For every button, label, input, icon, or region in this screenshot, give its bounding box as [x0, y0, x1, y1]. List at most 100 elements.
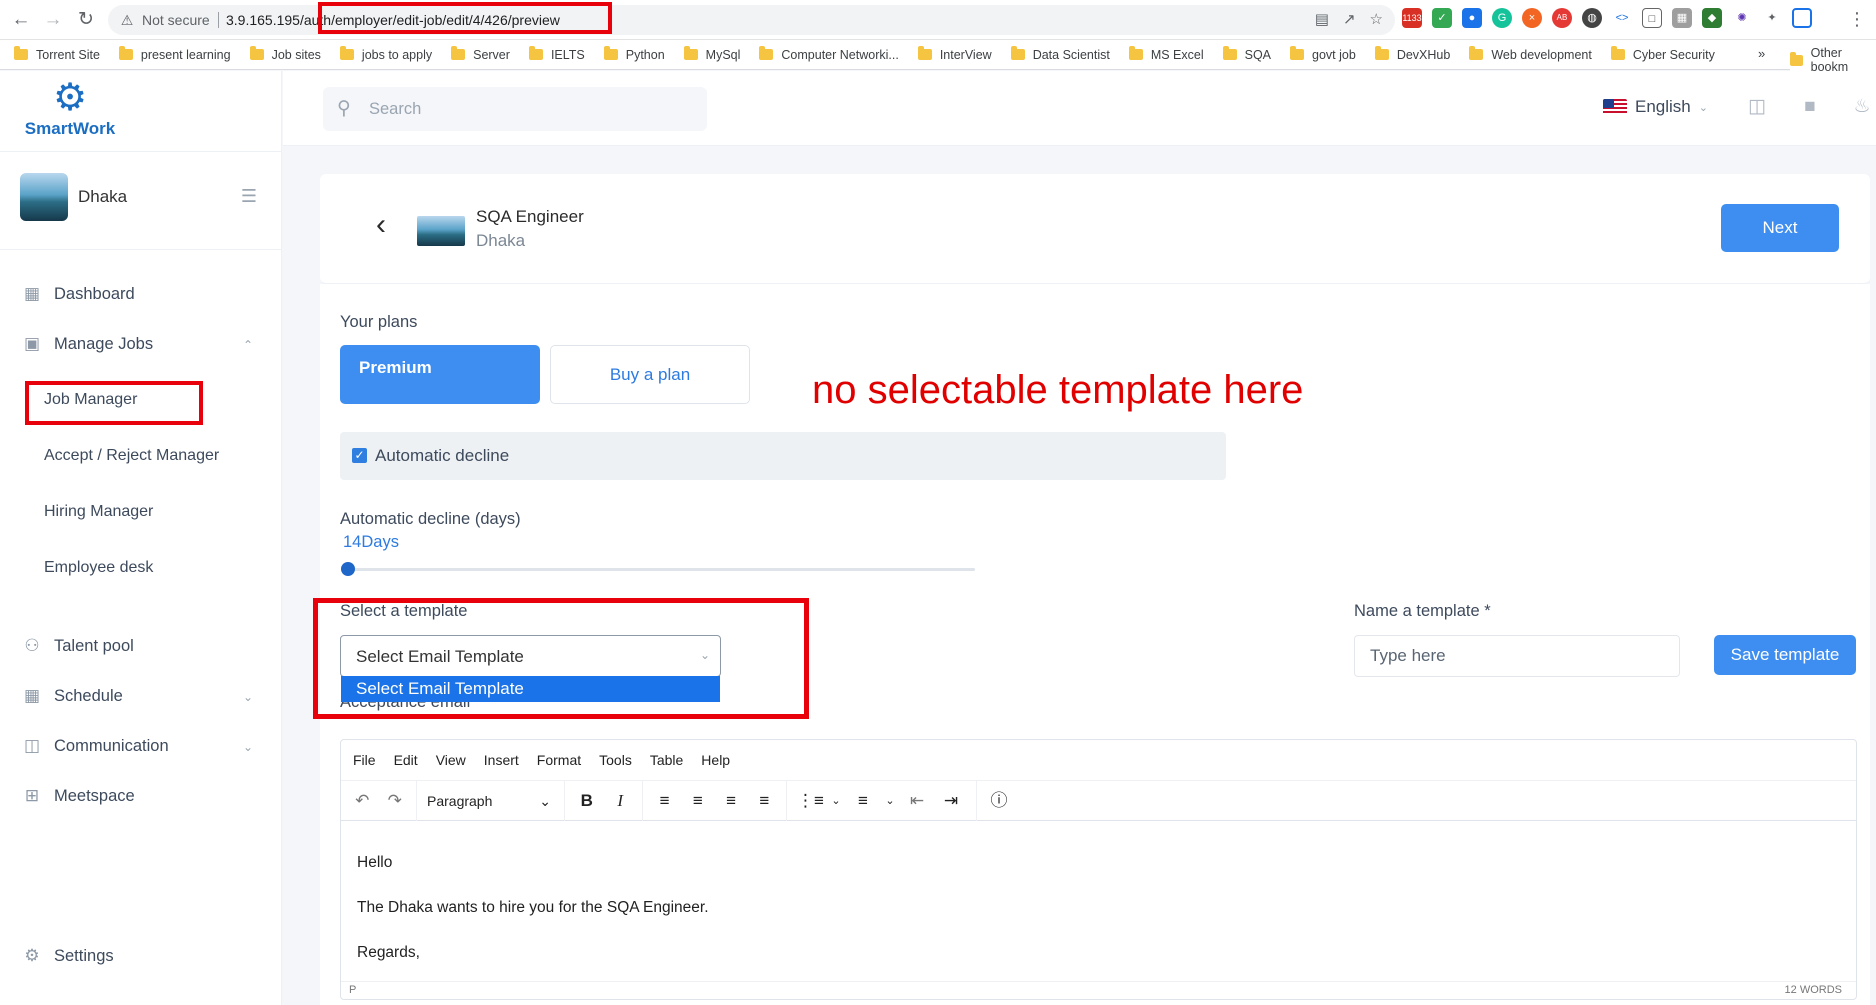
smartwork-logo[interactable]: ⚙ SmartWork	[18, 77, 122, 143]
chevron-down-icon[interactable]: ⌄	[240, 739, 256, 755]
hamburger-menu-icon[interactable]: ☰	[238, 187, 260, 205]
outdent-icon[interactable]: ⇤	[905, 789, 929, 813]
bookmark-folder[interactable]: IELTS	[528, 46, 585, 62]
share-icon[interactable]: ↗	[1343, 10, 1356, 28]
chevron-down-icon[interactable]: ⌄	[885, 789, 895, 813]
reload-icon[interactable]: ↻	[75, 9, 97, 31]
cube-extension-icon[interactable]: ◆	[1702, 8, 1722, 28]
sidebar-subitem-hiring-manager[interactable]: Hiring Manager	[44, 503, 153, 521]
gear-extension-icon[interactable]: ✺	[1732, 8, 1752, 28]
sidebar-item-manage-jobs[interactable]: ▣ Manage Jobs	[22, 329, 153, 359]
editor-content[interactable]: Hello The Dhaka wants to hire you for th…	[357, 840, 709, 975]
sidebar-item-meetspace[interactable]: ⊞ Meetspace	[22, 781, 135, 811]
bookmark-folder[interactable]: Cyber Security	[1610, 46, 1715, 62]
tab-search-icon[interactable]: ▤	[1315, 10, 1329, 28]
bookmark-folder[interactable]: present learning	[118, 46, 231, 62]
image-extension-icon[interactable]: ▦	[1672, 8, 1692, 28]
bookmark-folder[interactable]: Job sites	[249, 46, 321, 62]
block-format-select[interactable]: Paragraph ⌄	[427, 793, 551, 810]
element-path[interactable]: P	[349, 984, 356, 996]
bookmark-folder[interactable]: DevXHub	[1374, 46, 1450, 62]
bookmark-folder[interactable]: Python	[603, 46, 665, 62]
bell-icon[interactable]: ♨	[1850, 95, 1874, 119]
align-right-icon[interactable]: ≡	[720, 789, 743, 813]
bookmark-folder[interactable]: MySql	[683, 46, 740, 62]
bullet-list-icon[interactable]: ⋮≡	[797, 789, 824, 813]
sidebar-item-schedule[interactable]: ▦ Schedule	[22, 681, 123, 711]
bookmark-folder[interactable]: govt job	[1290, 46, 1356, 62]
search-input[interactable]	[369, 98, 689, 120]
shield-extension-icon[interactable]: ✓	[1432, 8, 1452, 28]
other-bookmarks-folder[interactable]: Other bookm	[1790, 46, 1876, 74]
sidebar-subitem-employee-desk[interactable]: Employee desk	[44, 559, 153, 577]
bookmark-folder[interactable]: SQA	[1222, 46, 1271, 62]
editor-menu-file[interactable]: File	[353, 752, 376, 780]
search-box[interactable]: ⚲	[323, 87, 707, 131]
bookmark-folder[interactable]: Torrent Site	[14, 46, 100, 62]
align-left-icon[interactable]: ≡	[653, 789, 676, 813]
editor-menu-help[interactable]: Help	[701, 752, 730, 780]
sidebar-item-settings[interactable]: ⚙ Settings	[22, 941, 113, 971]
editor-menu-edit[interactable]: Edit	[394, 752, 418, 780]
chat-bubbles-icon[interactable]: ◫	[1745, 95, 1769, 119]
back-arrow-icon[interactable]: ←	[10, 9, 32, 31]
video-camera-icon[interactable]: ■	[1798, 95, 1822, 119]
forward-arrow-icon[interactable]: →	[42, 9, 64, 31]
premium-plan-button[interactable]: Premium	[340, 345, 540, 404]
bookmark-star-icon[interactable]: ☆	[1370, 10, 1383, 28]
align-justify-icon[interactable]: ≡	[753, 789, 776, 813]
red-extension-icon[interactable]: AB	[1552, 8, 1572, 28]
automatic-decline-toggle[interactable]: ✓ Automatic decline	[340, 432, 1226, 480]
back-chevron-icon[interactable]: ‹	[368, 210, 394, 240]
word-count[interactable]: 12 WORDS	[1785, 984, 1842, 996]
chevron-down-icon[interactable]: ⌄	[240, 689, 256, 705]
language-selector[interactable]: English ⌄	[1603, 97, 1708, 117]
bookmark-folder[interactable]: Data Scientist	[1010, 46, 1110, 62]
help-icon[interactable]: ⓘ	[987, 789, 1011, 813]
job-settings-form: Your plans Premium Buy a plan no selecta…	[313, 284, 1870, 1005]
chevron-up-icon[interactable]: ⌃	[240, 337, 256, 353]
bookmark-folder[interactable]: Computer Networki...	[759, 46, 899, 62]
sidebar-subitem-accept-reject[interactable]: Accept / Reject Manager	[44, 447, 219, 465]
template-name-input[interactable]	[1354, 635, 1680, 677]
redo-icon[interactable]: ↷	[384, 789, 407, 813]
bookmark-folder[interactable]: InterView	[917, 46, 992, 62]
indent-icon[interactable]: ⇥	[939, 789, 963, 813]
puzzle-extensions-icon[interactable]: ✦	[1762, 8, 1782, 28]
chevron-down-icon[interactable]: ⌄	[831, 789, 841, 813]
bookmark-folder[interactable]: Server	[451, 46, 510, 62]
sidebar-item-communication[interactable]: ◫ Communication	[22, 731, 169, 761]
next-button[interactable]: Next	[1721, 204, 1839, 252]
numbered-list-icon[interactable]: ≡	[851, 789, 875, 813]
bookmark-folder[interactable]: jobs to apply	[339, 46, 432, 62]
slider-handle[interactable]	[341, 562, 355, 576]
close-circle-extension-icon[interactable]: ×	[1522, 8, 1542, 28]
more-bookmarks-icon[interactable]: »	[1758, 46, 1765, 61]
editor-menu-format[interactable]: Format	[537, 752, 581, 780]
bookmark-folder[interactable]: MS Excel	[1128, 46, 1204, 62]
browser-menu-icon[interactable]: ⋮	[1846, 8, 1868, 30]
screenshot-extension-icon[interactable]: □	[1642, 8, 1662, 28]
undo-icon[interactable]: ↶	[351, 789, 374, 813]
editor-menu-insert[interactable]: Insert	[484, 752, 519, 780]
editor-menu-tools[interactable]: Tools	[599, 752, 632, 780]
grammarly-extension-icon[interactable]: G	[1492, 8, 1512, 28]
code-extension-icon[interactable]: <>	[1612, 8, 1632, 28]
checkbox-checked-icon[interactable]: ✓	[352, 448, 367, 463]
bold-icon[interactable]: B	[575, 789, 599, 813]
mouse-extension-icon[interactable]: ◍	[1582, 8, 1602, 28]
sidebar-item-dashboard[interactable]: ▦ Dashboard	[22, 279, 135, 309]
buy-plan-button[interactable]: Buy a plan	[550, 345, 750, 404]
drop-extension-icon[interactable]: ●	[1462, 8, 1482, 28]
editor-menu-table[interactable]: Table	[650, 752, 683, 780]
address-bar[interactable]: ⚠ Not secure 3.9.165.195/auth/employer/e…	[108, 5, 1395, 35]
editor-menu-view[interactable]: View	[436, 752, 466, 780]
decline-days-slider[interactable]	[348, 568, 975, 571]
sidebar-item-talent-pool[interactable]: ⚇ Talent pool	[22, 631, 133, 661]
save-template-button[interactable]: Save template	[1714, 635, 1856, 675]
gmail-extension-icon[interactable]: 1133	[1402, 8, 1422, 28]
align-center-icon[interactable]: ≡	[686, 789, 709, 813]
italic-icon[interactable]: I	[609, 789, 633, 813]
sidepanel-icon[interactable]	[1792, 8, 1812, 28]
bookmark-folder[interactable]: Web development	[1469, 46, 1592, 62]
